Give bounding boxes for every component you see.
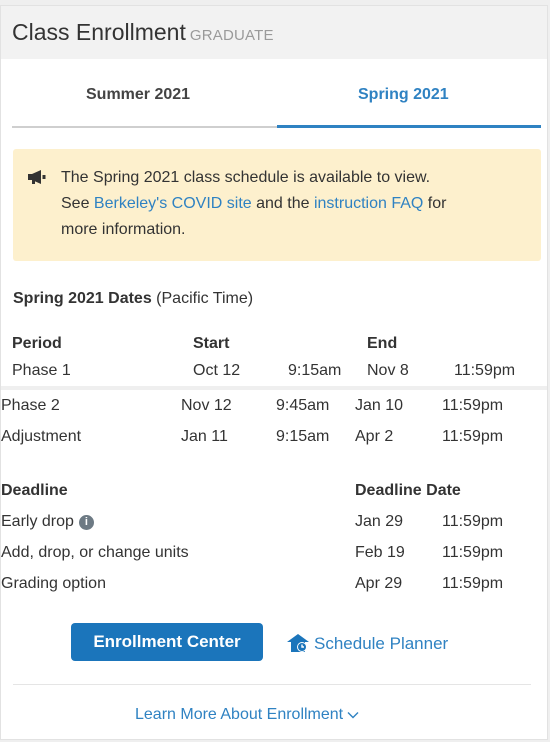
deadline-grading-option-time: 11:59pm bbox=[442, 575, 504, 592]
row-phase-1-end-date: Nov 8 bbox=[367, 362, 409, 379]
card-title-text: Class Enrollment bbox=[12, 19, 186, 45]
row-separator bbox=[1, 386, 547, 390]
footer-divider bbox=[13, 684, 531, 685]
notice-see: See bbox=[61, 195, 94, 212]
enrollment-center-button[interactable]: Enrollment Center bbox=[71, 623, 263, 661]
notice-line-3: more information. bbox=[61, 221, 186, 238]
dates-title-bold: Spring 2021 Dates bbox=[13, 290, 152, 307]
tab-spring-2021[interactable]: Spring 2021 bbox=[358, 86, 449, 104]
row-adjustment-period: Adjustment bbox=[1, 428, 82, 445]
deadline-early-drop-label: Early drop bbox=[1, 513, 74, 530]
row-phase-2-start-date: Nov 12 bbox=[181, 397, 232, 414]
deadline-change-units-date: Feb 19 bbox=[355, 544, 405, 561]
row-adjustment-start-time: 9:15am bbox=[276, 428, 330, 445]
learn-more-label: Learn More About Enrollment bbox=[135, 706, 344, 723]
notice-and: and the bbox=[251, 195, 314, 212]
notice-message: The Spring 2021 class schedule is availa… bbox=[61, 165, 531, 243]
card-header: Class Enrollment GRADUATE bbox=[1, 6, 547, 59]
schedule-planner-label: Schedule Planner bbox=[314, 634, 449, 653]
info-icon[interactable]: i bbox=[78, 515, 94, 530]
class-enrollment-card: Class Enrollment GRADUATE Summer 2021 Spr… bbox=[0, 5, 548, 740]
dates-title: Spring 2021 Dates (Pacific Time) bbox=[13, 290, 253, 308]
notice-line-1: The Spring 2021 class schedule is availa… bbox=[61, 169, 431, 186]
megaphone-icon bbox=[28, 170, 46, 184]
instruction-faq-link[interactable]: instruction FAQ bbox=[314, 195, 423, 212]
row-phase-1-end-time: 11:59pm bbox=[454, 362, 516, 379]
learn-more-link[interactable]: Learn More About Enrollment bbox=[135, 706, 359, 724]
row-phase-2-end-time: 11:59pm bbox=[442, 397, 504, 414]
row-adjustment-start-date: Jan 11 bbox=[181, 428, 228, 445]
header-deadline-date: Deadline Date bbox=[355, 482, 461, 499]
deadline-grading-option-date: Apr 29 bbox=[355, 575, 403, 592]
row-phase-2-start-time: 9:45am bbox=[276, 397, 330, 414]
row-phase-2-end-date: Jan 10 bbox=[355, 397, 404, 414]
notice-for: for bbox=[423, 195, 447, 212]
schedule-planner-icon bbox=[287, 634, 309, 652]
deadline-change-units-time: 11:59pm bbox=[442, 544, 504, 561]
header-deadline: Deadline bbox=[1, 482, 68, 499]
card-title: Class Enrollment GRADUATE bbox=[12, 19, 274, 46]
row-adjustment-end-date: Apr 2 bbox=[355, 428, 394, 445]
header-end: End bbox=[367, 335, 398, 352]
tab-underline bbox=[12, 126, 277, 128]
tab-active-indicator bbox=[277, 125, 541, 128]
card-subtitle: GRADUATE bbox=[189, 27, 274, 44]
deadline-early-drop-date: Jan 29 bbox=[355, 513, 404, 530]
row-phase-2-period: Phase 2 bbox=[1, 397, 60, 414]
row-phase-1-start-time: 9:15am bbox=[288, 362, 342, 379]
row-phase-1-period: Phase 1 bbox=[12, 362, 71, 379]
tab-summer-2021[interactable]: Summer 2021 bbox=[86, 86, 190, 104]
deadline-change-units: Add, drop, or change units bbox=[1, 544, 189, 561]
header-period: Period bbox=[12, 335, 62, 352]
row-phase-1-start-date: Oct 12 bbox=[193, 362, 241, 379]
chevron-down-icon bbox=[347, 711, 359, 719]
header-start: Start bbox=[193, 335, 230, 352]
deadline-early-drop: Early drop i bbox=[1, 513, 94, 531]
dates-title-note: (Pacific Time) bbox=[151, 290, 254, 307]
schedule-notice: The Spring 2021 class schedule is availa… bbox=[13, 149, 541, 261]
deadline-grading-option: Grading option bbox=[1, 575, 106, 592]
deadline-early-drop-time: 11:59pm bbox=[442, 513, 504, 530]
covid-site-link[interactable]: Berkeley's COVID site bbox=[94, 195, 252, 212]
row-adjustment-end-time: 11:59pm bbox=[442, 428, 504, 445]
